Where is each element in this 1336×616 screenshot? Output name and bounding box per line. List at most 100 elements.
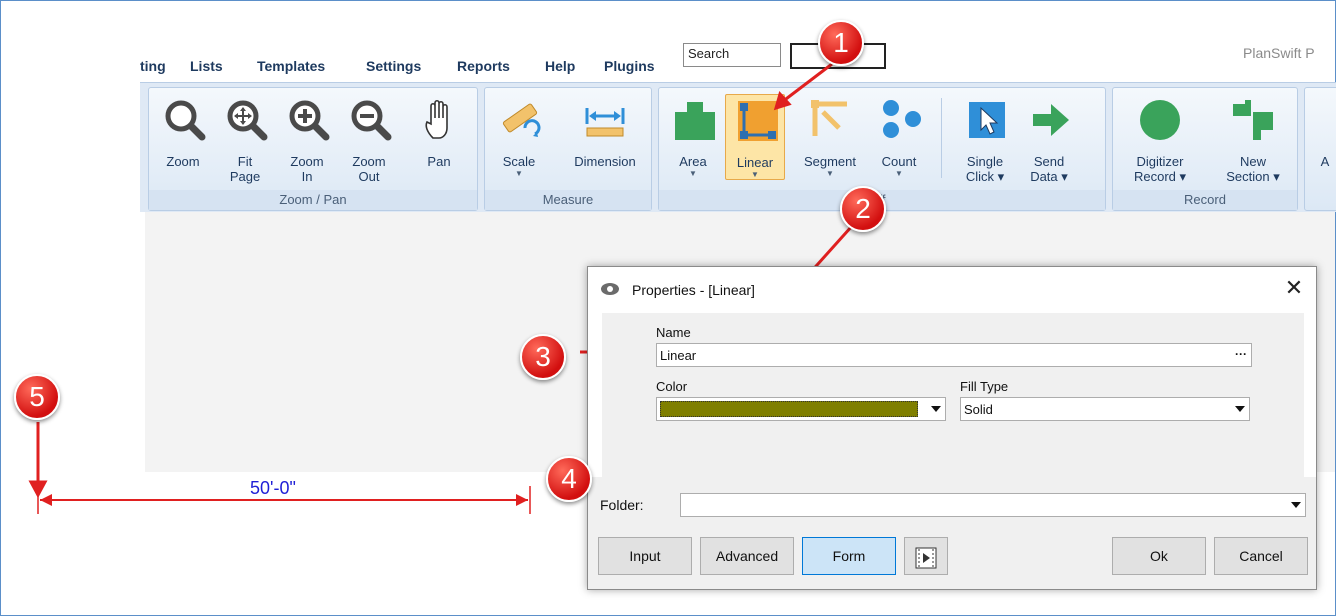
chevron-down-icon: ▼: [751, 170, 759, 179]
dimension-icon: [585, 108, 625, 137]
count-icon: [883, 100, 921, 138]
chevron-down-icon: ▼: [826, 169, 834, 178]
eye-icon: [601, 283, 619, 295]
chevron-down-icon: ▼: [689, 169, 697, 178]
cancel-button[interactable]: Cancel: [1214, 537, 1308, 575]
new-section-label-1: New: [1239, 154, 1266, 169]
scale-button[interactable]: Scale ▼: [489, 94, 549, 180]
search-input[interactable]: Search: [683, 43, 781, 67]
segment-label: Segment: [803, 154, 857, 169]
fit-page-button[interactable]: Fit Page: [215, 94, 275, 184]
menu-item-plugins[interactable]: Plugins: [604, 58, 655, 74]
dimension-label: Dimension: [574, 154, 636, 169]
close-icon[interactable]: ✕: [1282, 277, 1306, 301]
callout-1: 1: [818, 20, 864, 66]
chevron-down-icon: ▼: [895, 169, 903, 178]
linear-button[interactable]: Linear ▼: [725, 94, 785, 180]
name-field[interactable]: Linear ···: [656, 343, 1252, 367]
ok-button[interactable]: Ok: [1112, 537, 1206, 575]
zoom-label: Zoom: [166, 154, 200, 169]
new-section-button[interactable]: New Section ▾: [1215, 94, 1291, 184]
ellipsis-button[interactable]: ···: [1235, 347, 1247, 361]
menu-item-editing[interactable]: ting: [140, 58, 166, 74]
pan-button[interactable]: Pan: [409, 94, 469, 180]
group-more: A: [1304, 87, 1336, 211]
dialog-title: Properties - [Linear]: [632, 282, 755, 298]
new-section-icon: [1233, 100, 1273, 140]
single-click-icon: [969, 102, 1005, 138]
group-record: Digitizer Record ▾ New Section ▾ Record: [1112, 87, 1298, 211]
fill-type-label: Fill Type: [960, 379, 1009, 394]
callout-5: 5: [14, 374, 60, 420]
fill-type-select[interactable]: Solid: [960, 397, 1250, 421]
scale-label: Scale: [502, 154, 536, 169]
single-click-button[interactable]: Single Click ▾: [955, 94, 1015, 184]
scale-icon: [502, 103, 541, 137]
fit-label-1: Fit: [237, 154, 253, 169]
menu-item-lists[interactable]: Lists: [190, 58, 223, 74]
group-label-measure: Measure: [485, 190, 651, 210]
menu-item-settings[interactable]: Settings: [366, 58, 421, 74]
folder-select[interactable]: [680, 493, 1306, 517]
group-label-record: Record: [1113, 190, 1297, 210]
input-button[interactable]: Input: [598, 537, 692, 575]
segment-button[interactable]: Segment ▼: [795, 94, 865, 180]
color-label: Color: [656, 379, 688, 394]
chevron-down-icon: [1291, 502, 1301, 508]
new-section-label-2: Section: [1226, 169, 1270, 184]
menu-item-reports[interactable]: Reports: [457, 58, 510, 74]
dialog-title-bar[interactable]: Properties - [Linear] ✕: [588, 267, 1316, 311]
film-play-icon: [915, 547, 937, 569]
linear-icon: [738, 101, 778, 141]
ribbon-separator: [941, 98, 942, 178]
media-button[interactable]: [904, 537, 948, 575]
name-label: Name: [656, 325, 691, 340]
area-label: Area: [679, 154, 707, 169]
zoom-button[interactable]: Zoom: [153, 94, 213, 180]
send-data-label-2: Data: [1030, 169, 1058, 184]
menu-item-templates[interactable]: Templates: [257, 58, 325, 74]
properties-dialog: Properties - [Linear] ✕ Name Linear ··· …: [587, 266, 1317, 590]
chevron-down-icon: [931, 406, 941, 412]
digitizer-record-button[interactable]: Digitizer Record ▾: [1123, 94, 1197, 184]
send-data-button[interactable]: Send Data ▾: [1019, 94, 1079, 184]
send-data-label-1: Send: [1033, 154, 1065, 169]
zoom-out-icon: [351, 100, 392, 141]
fit-label-2: Page: [229, 169, 261, 184]
more-label: A: [1320, 154, 1330, 169]
area-button[interactable]: Area ▼: [663, 94, 723, 180]
count-label: Count: [881, 154, 917, 169]
dialog-footer: Folder: Input Advanced Form Ok Cancel: [588, 477, 1316, 589]
ribbon: Zoom Fit Page Zoom In Zoom Out Pan Zoom / P…: [140, 82, 1336, 212]
folder-label: Folder:: [600, 497, 644, 513]
chevron-down-icon: [1235, 406, 1245, 412]
zoom-out-button[interactable]: Zoom Out: [339, 94, 399, 184]
more-button[interactable]: A: [1305, 94, 1336, 180]
zoom-in-button[interactable]: Zoom In: [277, 94, 337, 184]
zoom-out-label-2: Out: [358, 169, 380, 184]
linear-label: Linear: [736, 155, 774, 170]
count-button[interactable]: Count ▼: [869, 94, 929, 180]
dialog-body: Name Linear ··· Color Fill Type Solid: [602, 313, 1304, 477]
digitizer-label-1: Digitizer: [1136, 154, 1184, 169]
callout-2: 2: [840, 186, 886, 232]
zoom-in-label-1: Zoom: [290, 154, 324, 169]
advanced-button[interactable]: Advanced: [700, 537, 794, 575]
area-icon: [675, 102, 715, 140]
menu-item-help[interactable]: Help: [545, 58, 575, 74]
color-select[interactable]: [656, 397, 946, 421]
zoom-in-label-2: In: [301, 169, 313, 184]
name-value: Linear: [660, 348, 697, 363]
zoom-out-label-1: Zoom: [352, 154, 386, 169]
callout-4: 4: [546, 456, 592, 502]
color-swatch: [660, 401, 918, 417]
digitizer-label-2: Record: [1133, 169, 1176, 184]
dimension-button[interactable]: Dimension: [563, 94, 647, 180]
fit-page-icon: [227, 100, 268, 141]
dimension-text: 50'-0": [250, 478, 296, 498]
group-label-zoom-pan: Zoom / Pan: [149, 190, 477, 210]
fill-type-value: Solid: [964, 402, 993, 417]
single-click-label-1: Single: [966, 154, 1004, 169]
zoom-in-icon: [289, 100, 330, 141]
form-button[interactable]: Form: [802, 537, 896, 575]
